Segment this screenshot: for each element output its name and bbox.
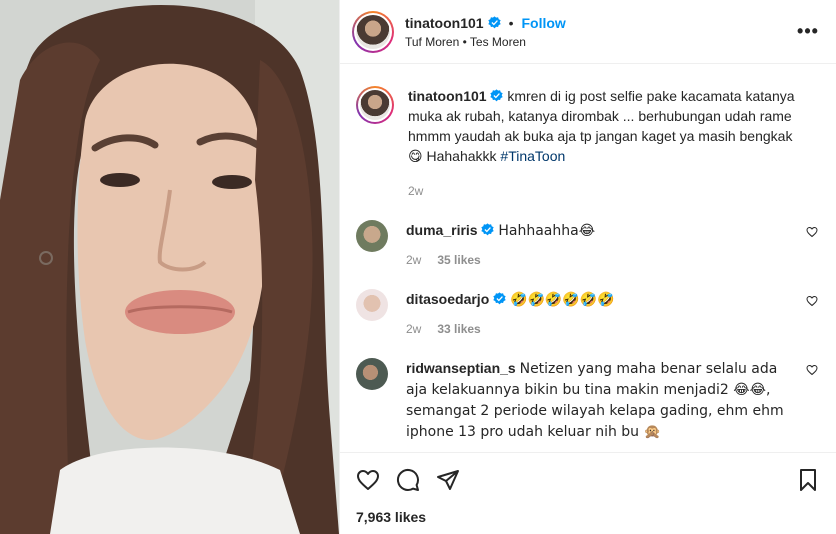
comment-like-heart-icon[interactable] [806,295,818,307]
separator-dot: • [508,14,514,31]
comments-list[interactable]: tinatoon101 kmren di ig post selfie pake… [340,64,836,452]
like-count[interactable]: 7,963 likes [356,509,820,525]
comment-text: ridwanseptian_s Netizen yang maha benar … [406,358,820,442]
more-options-icon[interactable]: ••• [796,20,820,44]
commenter-avatar[interactable] [356,358,388,390]
comment-username[interactable]: duma_riris [406,222,478,238]
verified-badge-icon [493,292,506,305]
comment-username[interactable]: ridwanseptian_s [406,360,516,376]
verified-badge-icon [481,223,495,236]
comment-likes[interactable]: 33 likes [437,322,480,336]
hashtag-link[interactable]: #TinaToon [500,148,565,164]
comment-bubble-icon[interactable] [396,468,420,492]
caption-text: tinatoon101 kmren di ig post selfie pake… [408,86,820,166]
comment-item: duma_riris Hahhaahha😂 2w 35 likes [356,220,820,267]
profile-photo-icon [356,14,390,49]
comment-username[interactable]: ditasoedarjo [406,291,489,307]
comment-content: Hahhaahha😂 [498,223,596,239]
verified-badge-icon [490,89,504,102]
comment-age[interactable]: 2w [406,253,421,267]
comment-like-heart-icon[interactable] [806,364,818,376]
comment-likes[interactable]: 35 likes [437,253,480,267]
location-line[interactable]: Tuf Moren • Tes Moren [405,35,796,49]
post-actions: 7,963 likes [340,452,836,534]
post-header: tinatoon101 • Follow Tuf Moren • Tes Mor… [340,0,836,64]
author-username[interactable]: tinatoon101 [405,15,484,31]
follow-button[interactable]: Follow [521,15,565,31]
header-row: tinatoon101 • Follow [405,15,796,31]
action-icons [356,453,820,507]
author-avatar[interactable] [352,10,394,53]
comment-body: ditasoedarjo 🤣🤣🤣🤣🤣🤣 2w 33 likes [406,289,820,336]
save-bookmark-icon[interactable] [796,468,820,492]
comment-item: ditasoedarjo 🤣🤣🤣🤣🤣🤣 2w 33 likes [356,289,820,336]
post-photo[interactable] [0,0,339,534]
caption: tinatoon101 kmren di ig post selfie pake… [356,64,820,198]
selfie-illustration [0,0,339,534]
caption-username[interactable]: tinatoon101 [408,88,487,104]
comment-content: 🤣🤣🤣🤣🤣🤣 [510,292,615,308]
share-paper-plane-icon[interactable] [436,468,460,492]
commenter-avatar[interactable] [356,289,388,321]
commenter-avatar[interactable] [356,220,388,252]
comment-body: ridwanseptian_s Netizen yang maha benar … [406,358,820,442]
like-heart-icon[interactable] [356,468,380,492]
comment-age[interactable]: 2w [406,322,421,336]
instagram-post-modal: tinatoon101 • Follow Tuf Moren • Tes Mor… [0,0,836,534]
verified-badge-icon [487,16,501,29]
profile-photo-icon [360,90,390,120]
caption-meta: 2w [408,184,820,198]
comment-like-heart-icon[interactable] [806,226,818,238]
comment-meta: 2w 35 likes [406,253,820,267]
header-text: tinatoon101 • Follow Tuf Moren • Tes Mor… [405,15,796,49]
caption-age[interactable]: 2w [408,184,423,198]
comment-text: duma_riris Hahhaahha😂 [406,220,820,241]
comment-body: duma_riris Hahhaahha😂 2w 35 likes [406,220,820,267]
comment-item: ridwanseptian_s Netizen yang maha benar … [356,358,820,442]
comment-text: ditasoedarjo 🤣🤣🤣🤣🤣🤣 [406,289,820,310]
comment-meta: 2w 33 likes [406,322,820,336]
caption-avatar[interactable] [356,86,394,124]
caption-body: tinatoon101 kmren di ig post selfie pake… [408,86,820,198]
post-side-panel: tinatoon101 • Follow Tuf Moren • Tes Mor… [339,0,836,534]
